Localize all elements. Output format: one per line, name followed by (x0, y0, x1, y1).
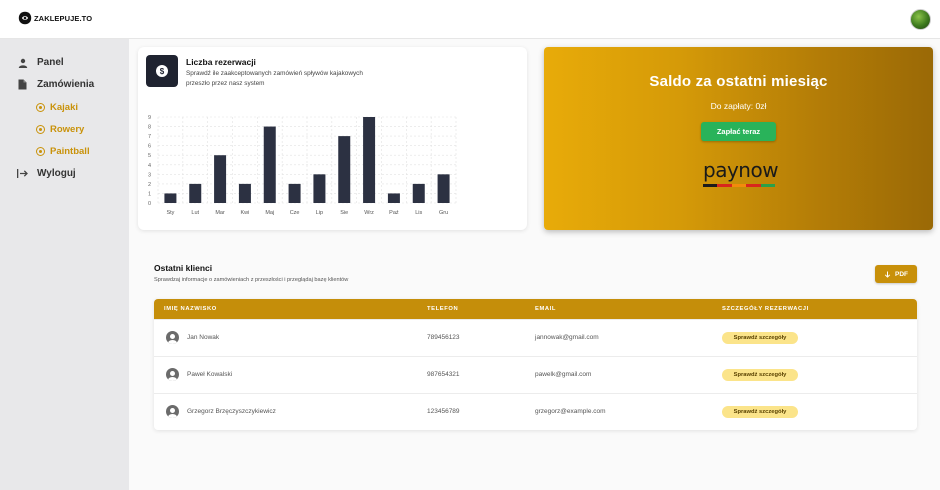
balance-card: Saldo za ostatni miesiąc Do zapłaty: 0zł… (544, 47, 933, 230)
brand-logo[interactable]: ZAKLEPUJE.TO (18, 11, 92, 25)
balance-title: Saldo za ostatni miesiąc (649, 73, 828, 90)
chart-bar (338, 136, 351, 203)
sidebar-item-label: Zamówienia (37, 79, 95, 90)
x-tick-label: Sty (166, 210, 174, 216)
client-email[interactable]: grzegorz@example.com (535, 408, 606, 415)
chart-bar (263, 126, 276, 203)
column-header-name[interactable]: IMIĘ NAZWISKO (164, 306, 217, 312)
sidebar-item-wyloguj[interactable]: Wyloguj (17, 168, 76, 179)
y-tick-label: 3 (148, 172, 151, 178)
sidebar-item-label: Rowery (50, 124, 85, 135)
client-phone: 123456789 (427, 408, 460, 415)
pdf-button-label: PDF (895, 270, 908, 278)
user-icon (17, 57, 28, 68)
x-tick-label: Sie (340, 210, 348, 216)
y-tick-label: 8 (148, 125, 151, 131)
table-header: IMIĘ NAZWISKO TELEFON EMAIL SZCZEGÓŁY RE… (154, 299, 917, 319)
pay-now-button[interactable]: Zapłać teraz (701, 122, 776, 141)
client-name: Jan Nowak (187, 334, 220, 341)
chart-bar (238, 183, 251, 203)
user-avatar[interactable] (910, 9, 931, 30)
chart-bar (313, 174, 326, 203)
balance-amount: Do zapłaty: 0zł (710, 101, 767, 111)
x-tick-label: Maj (265, 210, 274, 216)
sidebar-item-kajaki[interactable]: Kajaki (36, 102, 78, 113)
circle-dot-icon (36, 147, 45, 156)
table-row[interactable]: Jan Nowak 789456123 jannowak@gmail.com S… (154, 319, 917, 356)
person-icon (166, 368, 179, 381)
x-tick-label: Lis (415, 210, 422, 216)
table-row[interactable]: Paweł Kowalski 987654321 pawelk@gmail.co… (154, 356, 917, 393)
client-email[interactable]: jannowak@gmail.com (535, 334, 599, 341)
chart-bar (189, 183, 202, 203)
client-email[interactable]: pawelk@gmail.com (535, 371, 591, 378)
paynow-logo: paynow (703, 158, 779, 187)
x-tick-label: Mar (215, 210, 225, 216)
logout-arrow-icon (17, 168, 28, 179)
column-header-phone[interactable]: TELEFON (427, 306, 458, 312)
chart-bar (412, 183, 425, 203)
y-tick-label: 9 (148, 115, 151, 121)
paynow-logo-text: paynow (703, 158, 779, 182)
client-phone: 789456123 (427, 334, 460, 341)
sidebar-item-panel[interactable]: Panel (17, 57, 64, 68)
details-button[interactable]: Sprawdź szczegóły (722, 332, 798, 344)
y-tick-label: 2 (148, 182, 151, 188)
details-button[interactable]: Sprawdź szczegóły (722, 406, 798, 418)
x-tick-label: Wrz (364, 210, 374, 216)
chart-bar (387, 193, 400, 203)
sidebar-item-label: Paintball (50, 146, 90, 157)
sidebar-item-label: Wyloguj (37, 168, 76, 179)
y-tick-label: 5 (148, 153, 151, 159)
sidebar-item-label: Panel (37, 57, 64, 68)
pdf-export-button[interactable]: PDF (875, 265, 917, 283)
logo-mark-icon (18, 11, 32, 25)
y-tick-label: 6 (148, 144, 151, 150)
y-tick-label: 7 (148, 134, 151, 140)
x-tick-label: Lip (316, 210, 323, 216)
chart-bar (363, 117, 376, 203)
download-arrow-icon (884, 271, 891, 278)
sidebar-item-rowery[interactable]: Rowery (36, 124, 84, 135)
y-tick-label: 1 (148, 191, 151, 197)
circle-dot-icon (36, 103, 45, 112)
x-tick-label: Cze (290, 210, 300, 216)
sidebar-item-label: Kajaki (50, 102, 78, 113)
clients-table: IMIĘ NAZWISKO TELEFON EMAIL SZCZEGÓŁY RE… (154, 299, 917, 430)
x-tick-label: Paź (389, 210, 399, 216)
sidebar-item-zamowienia[interactable]: Zamówienia (17, 79, 94, 90)
chart-bar (437, 174, 450, 203)
clients-subtitle: Sprawdzaj informacje o zamówieniach z pr… (154, 277, 349, 283)
y-tick-label: 4 (148, 163, 151, 169)
person-icon (166, 405, 179, 418)
circle-dot-icon (36, 125, 45, 134)
x-tick-label: Kwi (240, 210, 249, 216)
document-icon (17, 79, 28, 90)
chart-bar (214, 155, 227, 203)
client-name: Grzegorz Brzęczyszczykiewicz (187, 408, 276, 415)
chart-bar (164, 193, 177, 203)
details-button[interactable]: Sprawdź szczegóły (722, 369, 798, 381)
column-header-details[interactable]: SZCZEGÓŁY REZERWACJI (722, 306, 809, 312)
y-tick-label: 0 (148, 201, 151, 207)
person-icon (166, 331, 179, 344)
paynow-color-bar (703, 184, 776, 187)
x-tick-label: Gru (439, 210, 448, 216)
x-tick-label: Lut (191, 210, 199, 216)
client-phone: 987654321 (427, 371, 460, 378)
brand-name: ZAKLEPUJE.TO (34, 13, 93, 23)
sidebar-item-paintball[interactable]: Paintball (36, 146, 90, 157)
top-bar: ZAKLEPUJE.TO (0, 0, 940, 39)
bar-chart: 0 1 2 3 4 5 6 7 8 9 Sty Lut Mar Kwi Maj Cze Lip Sie Wrz Paź… (148, 115, 457, 216)
table-row[interactable]: Grzegorz Brzęczyszczykiewicz 123456789 g… (154, 393, 917, 430)
clients-title: Ostatni klienci (154, 263, 213, 273)
chart-bar (288, 183, 301, 203)
reservations-chart-card: $ Liczba rezerwacji Sprawdź ile zaakcept… (138, 47, 527, 230)
column-header-email[interactable]: EMAIL (535, 306, 556, 312)
client-name: Paweł Kowalski (187, 371, 233, 378)
